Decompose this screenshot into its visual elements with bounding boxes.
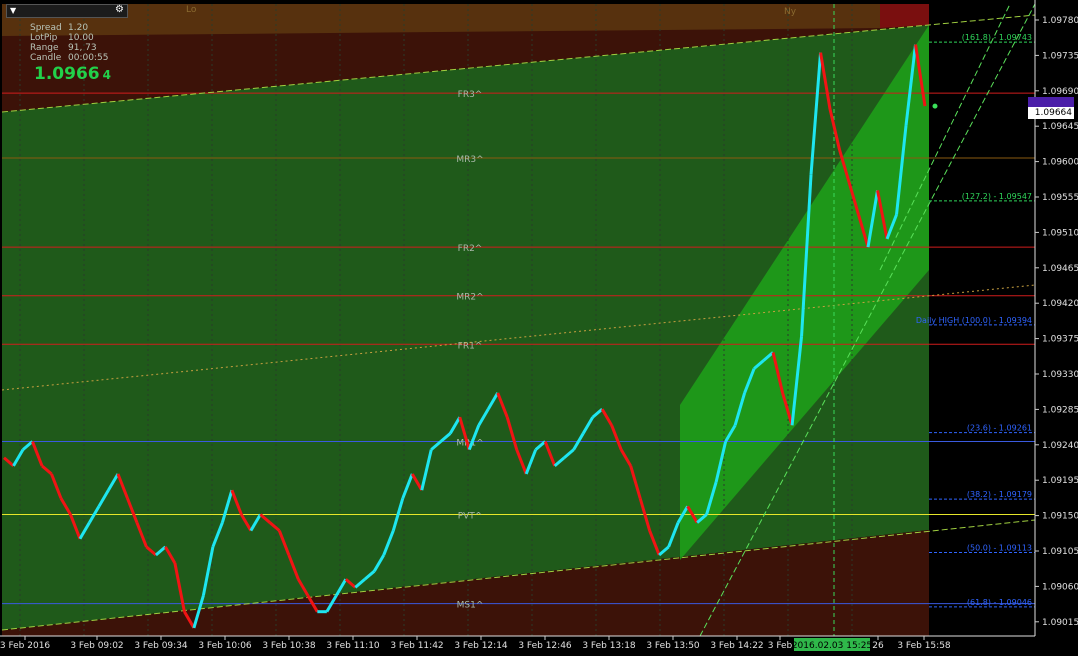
fib-level-label: (161.8) - 1.09743 [962,33,1032,42]
price-tick-label: 1.09240 [1042,441,1078,451]
price-chart-canvas[interactable]: Lo NyFR3^MR3^FR2^MR2^FR1^MR1^PVT^MS1^(161… [0,0,1078,656]
price-tick-label: 1.09330 [1042,370,1078,380]
current-price-marker: 1.09664 [1028,107,1074,119]
current-price-display: 1.0966 4 [34,64,111,84]
price-tick-label: 1.09285 [1042,405,1078,415]
crosshair-time-label: 2016.02.03 15:25 [792,641,872,651]
price-tick-label: 1.09780 [1042,16,1078,26]
time-tick-label: 3 Feb 09:02 [70,641,123,651]
session-label-london: Lo [186,5,197,15]
fib-level-label: (127.2) - 1.09547 [962,192,1032,201]
pivot-label: PVT^ [458,511,483,521]
gear-icon[interactable]: ⚙ [115,4,124,16]
price-tick-label: 1.09510 [1042,228,1078,238]
spread-row: Spread 1.20 [30,23,89,33]
time-tick-label: 3 Feb 11:10 [326,641,380,651]
time-tick-label: 3 Feb 13:18 [582,641,636,651]
price-tick-label: 1.09150 [1042,512,1078,522]
candle-timer-row: Candle 00:00:55 [30,53,109,63]
window-title-bar[interactable]: ▼ ⚙ [6,4,128,18]
fib-level-label: (50.0) - 1.09113 [967,544,1032,553]
price-tick-label: 1.09195 [1042,476,1078,486]
price-tick-label: 1.09060 [1042,582,1078,592]
time-tick-label: 3 Feb 14:22 [710,641,763,651]
time-tick-label: 3 Feb 12:14 [454,641,508,651]
price-marker-dot [932,103,938,109]
price-tick-label: 1.09555 [1042,193,1078,203]
price-tick-label: 1.09465 [1042,264,1078,274]
time-tick-label: 3 Feb 15:58 [897,641,951,651]
dropdown-arrow-icon[interactable]: ▼ [10,6,16,16]
fib-level-label: (38.2) - 1.09179 [967,490,1032,499]
session-box [880,4,929,28]
trading-chart[interactable]: Lo Ny FR3^ MR3^ FR2^ MR2^ FR1^ MR1^ PVT^ MS1^ (161… [0,0,1078,656]
pivot-label: MR2^ [456,293,483,303]
price-tick-label: 1.09645 [1042,122,1078,132]
time-tick-label: 3 Feb 13:50 [646,641,700,651]
price-tick-label: 1.09015 [1042,618,1078,628]
time-tick-label: 3 Feb 11:42 [390,641,443,651]
fib-level-label: (23.6) - 1.09261 [967,424,1032,433]
pivot-label: FR3^ [458,90,483,100]
time-tick-label: 3 Feb 12:46 [518,641,572,651]
pivot-label: MS1^ [457,601,484,611]
price-tick-label: 1.09375 [1042,335,1078,345]
time-tick-label: 3 Feb 10:38 [262,641,316,651]
time-tick-label: 3 Feb [768,641,793,651]
time-tick-label: 3 Feb 09:34 [134,641,188,651]
time-tick-label: 3 Feb 10:06 [198,641,252,651]
price-tick-label: 1.09600 [1042,158,1078,168]
range-row: Range 91, 73 [30,43,97,53]
fib-level-label: Daily HIGH (100.0) - 1.09394 [916,316,1032,325]
time-tick-label: 26 [872,641,884,651]
fib-level-label: (61.8) - 1.09046 [967,598,1032,607]
price-tick-label: 1.09105 [1042,547,1078,557]
pivot-label: MR3^ [456,155,483,165]
lotpip-row: LotPip 10.00 [30,33,94,43]
price-tick-label: 1.09420 [1042,299,1078,309]
time-tick-label: 3 Feb 2016 [0,641,50,651]
price-tick-label: 1.09735 [1042,51,1078,61]
session-label-newyork: Ny [784,7,797,17]
price-tick-label: 1.09690 [1042,87,1078,97]
pivot-label: FR2^ [458,244,483,254]
